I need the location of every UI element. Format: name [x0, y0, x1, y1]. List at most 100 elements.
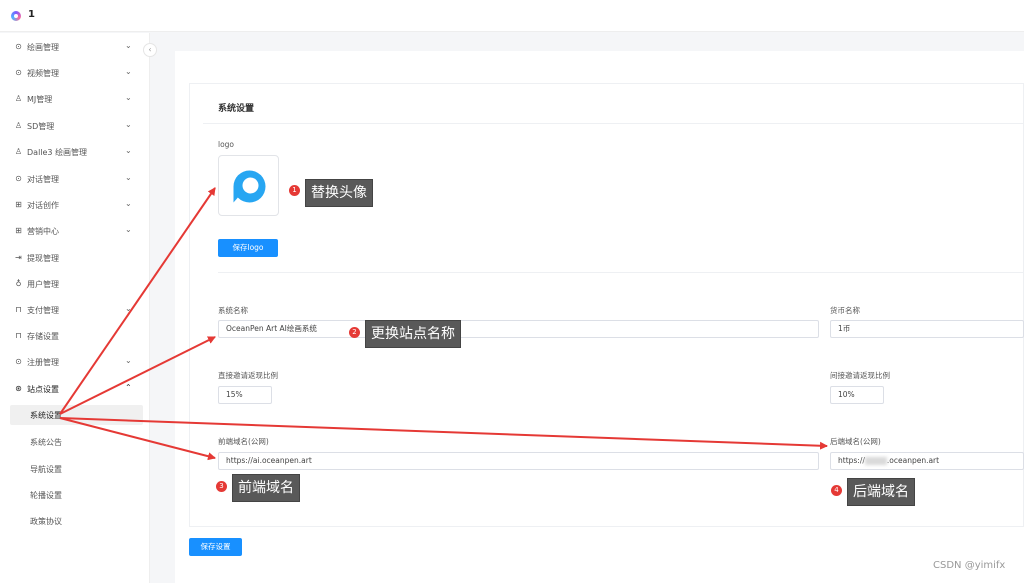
- sidebar-item-register[interactable]: ⊙ 注册管理 ⌄: [0, 352, 150, 372]
- chat-icon: ⊙: [15, 42, 22, 51]
- annotation-callout: 后端域名: [847, 478, 915, 506]
- sidebar-subitem-policy[interactable]: 政策协议: [10, 511, 143, 531]
- sidebar: ⊙ 绘画管理 ⌄ ⊙ 视频管理 ⌄ ♙ MJ管理 ⌄ ♙ SD管理 ⌄ ♙ Da…: [0, 33, 150, 583]
- sidebar-item-marketing[interactable]: ⊞ 营销中心 ⌄: [0, 221, 150, 241]
- save-settings-button[interactable]: 保存设置: [189, 538, 242, 556]
- sidebar-item-label: 用户管理: [27, 280, 59, 289]
- sidebar-item-label: 视频管理: [27, 69, 59, 78]
- currency-input[interactable]: 1币: [830, 320, 1024, 338]
- sidebar-item-label: SD管理: [27, 122, 55, 131]
- site-name-input[interactable]: OceanPen Art AI绘画系统: [218, 320, 819, 338]
- backend-domain-suffix: .oceanpen.art: [886, 456, 940, 465]
- chevron-down-icon: ⌄: [125, 304, 132, 313]
- chevron-down-icon: ⌄: [125, 93, 132, 102]
- app-logo-icon: [11, 11, 21, 21]
- chevron-down-icon: ⌄: [125, 146, 132, 155]
- grid-icon: ⊞: [15, 200, 22, 209]
- page-title: 系统设置: [218, 104, 255, 114]
- sidebar-item-site-settings[interactable]: ⊛ 站点设置 ⌃: [0, 379, 150, 399]
- direct-ratio-label: 直接邀请返现比例: [218, 371, 278, 380]
- sidebar-item-payment[interactable]: ⊓ 支付管理 ⌄: [0, 300, 150, 320]
- chevron-down-icon: ⌄: [125, 173, 132, 182]
- flask-icon: ♙: [14, 94, 23, 103]
- chevron-down-icon: ⌄: [125, 67, 132, 76]
- annotation-badge: 3: [216, 481, 227, 492]
- site-name-label: 系统名称: [218, 306, 248, 315]
- sidebar-item-label: 营销中心: [27, 227, 59, 236]
- frontend-domain-label: 前端域名(公网): [218, 437, 269, 446]
- sidebar-item-label: 支付管理: [27, 306, 59, 315]
- backend-domain-input[interactable]: https:// .oceanpen.art: [830, 452, 1024, 470]
- currency-label: 货币名称: [830, 306, 860, 315]
- sidebar-item-video[interactable]: ⊙ 视频管理 ⌄: [0, 63, 150, 83]
- divider: [218, 272, 1024, 273]
- frontend-domain-input[interactable]: https://ai.oceanpen.art: [218, 452, 819, 470]
- sidebar-subitem-navigation[interactable]: 导航设置: [10, 459, 143, 479]
- chevron-down-icon: ⌄: [125, 225, 132, 234]
- chat-icon: ⊙: [15, 357, 22, 366]
- annotation-callout: 更换站点名称: [365, 320, 461, 348]
- indirect-ratio-input[interactable]: 10%: [830, 386, 884, 404]
- chevron-down-icon: ⌄: [125, 199, 132, 208]
- oceanpen-logo-icon: [233, 170, 266, 203]
- sidebar-item-storage[interactable]: ⊓ 存储设置: [0, 326, 150, 346]
- sidebar-subitem-carousel[interactable]: 轮播设置: [10, 485, 143, 505]
- sidebar-item-users[interactable]: ♁ 用户管理: [0, 274, 150, 294]
- sidebar-item-chat[interactable]: ⊙ 对话管理 ⌄: [0, 169, 150, 189]
- sidebar-subitem-label: 轮播设置: [30, 491, 62, 500]
- export-icon: ⇥: [15, 253, 22, 262]
- sidebar-subitem-label: 政策协议: [30, 517, 62, 526]
- sidebar-item-label: 对话创作: [27, 201, 59, 210]
- blurred-text: [864, 457, 887, 465]
- annotation-callout: 前端域名: [232, 474, 300, 502]
- sidebar-item-mj[interactable]: ♙ MJ管理 ⌄: [0, 89, 150, 109]
- direct-ratio-input[interactable]: 15%: [218, 386, 272, 404]
- annotation-callout: 替换头像: [305, 179, 373, 207]
- bag-icon: ⊓: [15, 331, 22, 340]
- sidebar-item-label: 站点设置: [27, 385, 59, 394]
- grid-icon: ⊞: [15, 226, 22, 235]
- flask-icon: ♙: [14, 121, 23, 130]
- indirect-ratio-label: 间接邀请返现比例: [830, 371, 890, 380]
- sidebar-item-label: 存储设置: [27, 332, 59, 341]
- sidebar-item-label: Dalle3 绘画管理: [27, 148, 88, 157]
- chevron-down-icon: ⌄: [125, 356, 132, 365]
- collapse-sidebar-button[interactable]: ‹: [143, 43, 157, 57]
- sidebar-item-withdraw[interactable]: ⇥ 提现管理: [0, 248, 150, 268]
- sidebar-subitem-label: 导航设置: [30, 465, 62, 474]
- annotation-badge: 2: [349, 327, 360, 338]
- sidebar-item-creation[interactable]: ⊞ 对话创作 ⌄: [0, 195, 150, 215]
- top-bar: 1: [0, 0, 1024, 32]
- sidebar-item-sd[interactable]: ♙ SD管理 ⌄: [0, 116, 150, 136]
- save-logo-button[interactable]: 保存logo: [218, 239, 278, 257]
- bag-icon: ⊓: [15, 305, 22, 314]
- flask-icon: ♙: [14, 147, 23, 156]
- logo-label: logo: [218, 140, 235, 149]
- sidebar-subitem-label: 系统设置: [30, 411, 62, 420]
- backend-domain-prefix: https://: [838, 456, 865, 465]
- logo-upload[interactable]: [218, 155, 279, 216]
- sidebar-item-label: MJ管理: [27, 95, 53, 104]
- user-icon: ♁: [15, 279, 22, 288]
- sidebar-item-label: 提现管理: [27, 254, 59, 263]
- sidebar-item-label: 绘画管理: [27, 43, 59, 52]
- sidebar-item-label: 注册管理: [27, 358, 59, 367]
- settings-icon: ⊛: [15, 384, 22, 393]
- sidebar-item-dalle3[interactable]: ♙ Dalle3 绘画管理 ⌄: [0, 142, 150, 162]
- watermark: CSDN @yimifx: [933, 560, 1006, 571]
- app-title: 1: [28, 9, 35, 20]
- sidebar-item-drawing[interactable]: ⊙ 绘画管理 ⌄: [0, 37, 150, 57]
- sidebar-subitem-label: 系统公告: [30, 438, 62, 447]
- chat-icon: ⊙: [15, 174, 22, 183]
- annotation-badge: 4: [831, 485, 842, 496]
- sidebar-subitem-announcement[interactable]: 系统公告: [10, 432, 143, 452]
- backend-domain-label: 后端域名(公网): [830, 437, 881, 446]
- chat-icon: ⊙: [15, 68, 22, 77]
- chevron-down-icon: ⌄: [125, 41, 132, 50]
- sidebar-subitem-system-settings[interactable]: 系统设置: [10, 405, 143, 425]
- chevron-down-icon: ⌄: [125, 120, 132, 129]
- chevron-up-icon: ⌃: [125, 383, 132, 392]
- divider: [203, 123, 1024, 124]
- annotation-badge: 1: [289, 185, 300, 196]
- sidebar-item-label: 对话管理: [27, 175, 59, 184]
